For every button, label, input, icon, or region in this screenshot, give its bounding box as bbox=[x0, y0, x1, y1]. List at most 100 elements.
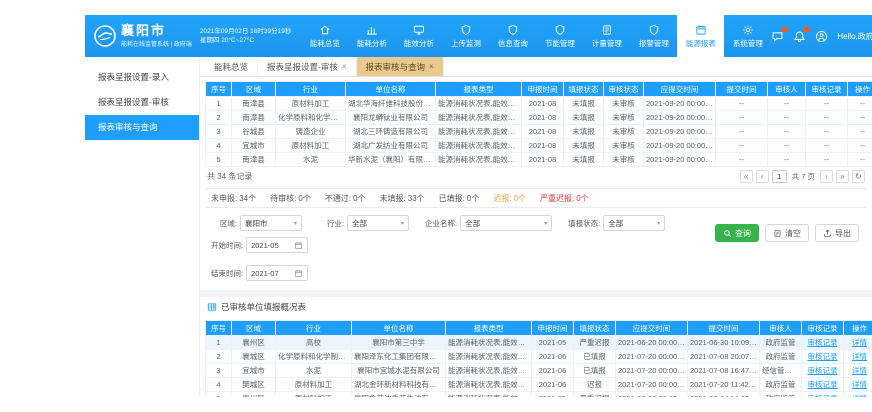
tab-label: 能耗总览 bbox=[214, 61, 248, 73]
clear-button[interactable]: 清空 bbox=[765, 224, 809, 242]
first-page-button[interactable]: « bbox=[740, 170, 753, 183]
nav-item-shield[interactable]: 上传监测 bbox=[442, 15, 489, 57]
sidebar: 报表呈报设置-录入报表呈报设置-审核报表审核与查询 bbox=[85, 57, 200, 397]
column-header: 审核状态 bbox=[604, 82, 644, 97]
tab-item[interactable]: 能耗总览 bbox=[205, 57, 258, 76]
table-cell: 能源消耗状况表,能效指标情... bbox=[446, 392, 532, 398]
table-cell: -- bbox=[716, 97, 768, 111]
detail-link[interactable]: 详情 bbox=[852, 338, 867, 347]
nav-item-label: 能源报表 bbox=[686, 38, 716, 49]
table-cell: 湖北广发纺业有限公司 bbox=[346, 139, 436, 153]
nav-item-chart[interactable]: 能耗分析 bbox=[348, 15, 395, 57]
shield-icon bbox=[554, 24, 566, 36]
stat-value: 34个 bbox=[239, 193, 256, 204]
sidebar-item[interactable]: 报表审核与查询 bbox=[85, 115, 199, 140]
audit-record-link[interactable]: 审核记录 bbox=[808, 394, 838, 397]
table-cell: 1 bbox=[206, 97, 232, 111]
table-cell: -- bbox=[768, 125, 806, 139]
stat-不通过: 不通过:0个 bbox=[325, 193, 366, 204]
stat-label: 已填报: bbox=[439, 193, 465, 204]
nav-item-home[interactable]: 能耗总览 bbox=[301, 15, 348, 57]
shield-icon bbox=[507, 24, 519, 36]
search-button[interactable]: 查询 bbox=[715, 224, 759, 242]
filter-select-group: 区域:襄阳市▾ bbox=[211, 215, 302, 231]
table-cell: 能源消耗状况表,能效指标情... bbox=[446, 364, 532, 378]
nav-item-shield[interactable]: 信息查询 bbox=[489, 15, 536, 57]
table-cell: 详情 bbox=[844, 350, 872, 364]
table-cell: 政府监管 bbox=[760, 350, 802, 364]
last-page-button[interactable]: » bbox=[836, 170, 849, 183]
audit-record-link[interactable]: 审核记录 bbox=[808, 338, 838, 347]
filter-value: 全部 bbox=[608, 218, 623, 229]
filter-value: 全部 bbox=[352, 218, 367, 229]
filter-date-input[interactable]: 2021-05 bbox=[246, 237, 308, 253]
nav-item-doc[interactable]: 计量管理 bbox=[583, 15, 630, 57]
stat-value: 0个 bbox=[467, 193, 479, 204]
table-cell: 未审核 bbox=[604, 139, 644, 153]
table-cell: -- bbox=[848, 153, 872, 167]
tab-item[interactable]: 报表呈报设置-审核× bbox=[258, 57, 357, 76]
nav-item-report[interactable]: 能源报表 bbox=[677, 15, 724, 57]
prev-page-button[interactable]: ‹ bbox=[756, 170, 769, 183]
table-cell: 化学原料和化学制品制造业 bbox=[276, 111, 346, 125]
table-cell: 详情 bbox=[844, 336, 872, 350]
export-button[interactable]: 导出 bbox=[815, 224, 859, 242]
calendar-icon bbox=[294, 269, 303, 278]
tab-active[interactable]: 报表审核与查询× bbox=[357, 57, 444, 76]
user-avatar-icon[interactable] bbox=[815, 30, 828, 43]
audit-record-link[interactable]: 审核记录 bbox=[808, 366, 838, 375]
table-cell: -- bbox=[806, 97, 848, 111]
filter-select[interactable]: 襄阳市▾ bbox=[240, 215, 302, 231]
nav-item-gear[interactable]: 系统管理 bbox=[724, 15, 771, 57]
close-tab-icon[interactable]: × bbox=[342, 62, 347, 71]
next-page-button[interactable]: › bbox=[820, 170, 833, 183]
chevron-down-icon: ▾ bbox=[294, 220, 297, 227]
chevron-down-icon: ▾ bbox=[544, 220, 547, 227]
nav-item-label: 系统管理 bbox=[733, 38, 763, 49]
column-header: 提交时间 bbox=[688, 321, 760, 336]
filter-select[interactable]: 全部▾ bbox=[603, 215, 665, 231]
nav-item-monitor[interactable]: 能效分析 bbox=[395, 15, 442, 57]
stat-label: 未填报: bbox=[380, 193, 406, 204]
audit-record-link[interactable]: 审核记录 bbox=[808, 352, 838, 361]
message-icon[interactable] bbox=[771, 30, 784, 43]
close-tab-icon[interactable]: × bbox=[429, 62, 434, 71]
filter-select[interactable]: 全部▾ bbox=[460, 215, 552, 231]
detail-link[interactable]: 详情 bbox=[852, 394, 867, 397]
stat-label: 迟报: bbox=[493, 193, 511, 204]
filter-select[interactable]: 全部▾ bbox=[347, 215, 409, 231]
gear-icon bbox=[742, 24, 754, 36]
filter-date-input[interactable]: 2021-07 bbox=[246, 265, 308, 281]
nav-item-label: 上传监测 bbox=[451, 38, 481, 49]
filter-label: 企业名称: bbox=[425, 218, 457, 229]
table-cell: 襄阳鲁花浓香花生油有限公司 bbox=[352, 392, 446, 398]
refresh-button[interactable]: ↻ bbox=[852, 170, 865, 183]
nav-item-shield[interactable]: 节能管理 bbox=[536, 15, 583, 57]
nav-item-shield[interactable]: 报警管理 bbox=[630, 15, 677, 57]
table-cell: 2021-07-08 20:07:58 bbox=[688, 350, 760, 364]
detail-link[interactable]: 详情 bbox=[852, 352, 867, 361]
detail-link[interactable]: 详情 bbox=[852, 380, 867, 389]
sidebar-item[interactable]: 报表呈报设置-审核 bbox=[85, 90, 199, 115]
table-cell: 能源消耗状况表,能效指标情... bbox=[436, 139, 522, 153]
sidebar-item[interactable]: 报表呈报设置-录入 bbox=[85, 65, 199, 90]
table-cell: 4 bbox=[206, 378, 232, 392]
table-cell: 5 bbox=[206, 153, 232, 167]
column-header: 单位名称 bbox=[352, 321, 446, 336]
detail-link[interactable]: 详情 bbox=[852, 366, 867, 375]
stats-bar-pending: 未申报:34个待审核:0个不通过:0个未填报:33个已填报:0个迟报:0个严重迟… bbox=[205, 188, 867, 208]
table-cell: -- bbox=[806, 111, 848, 125]
filter-actions: 查询 清空 导出 bbox=[715, 224, 859, 242]
current-page-input[interactable]: 1 bbox=[772, 170, 787, 183]
city-name: 襄阳市 bbox=[121, 24, 192, 37]
table-cell: 宜城市 bbox=[232, 139, 276, 153]
table-row: 2南漳县化学原料和化学制品制造业襄阳龙蟒钛业有限公司能源消耗状况表,能效指标情.… bbox=[206, 111, 872, 125]
table-cell: 2021-09-20 00:00:00 bbox=[644, 125, 716, 139]
table1-header: 序号区域行业单位名称报表类型申报时间填报状态审核状态应提交时间提交时间审核人审核… bbox=[206, 82, 872, 97]
filter-select-group: 填报状态:全部▾ bbox=[568, 215, 665, 231]
bell-icon[interactable] bbox=[793, 30, 806, 43]
user-greeting[interactable]: Hello,政府监管 bbox=[837, 31, 872, 42]
filter-label: 行业: bbox=[318, 218, 344, 229]
audit-record-link[interactable]: 审核记录 bbox=[808, 380, 838, 389]
table-cell: 未填报 bbox=[564, 153, 604, 167]
